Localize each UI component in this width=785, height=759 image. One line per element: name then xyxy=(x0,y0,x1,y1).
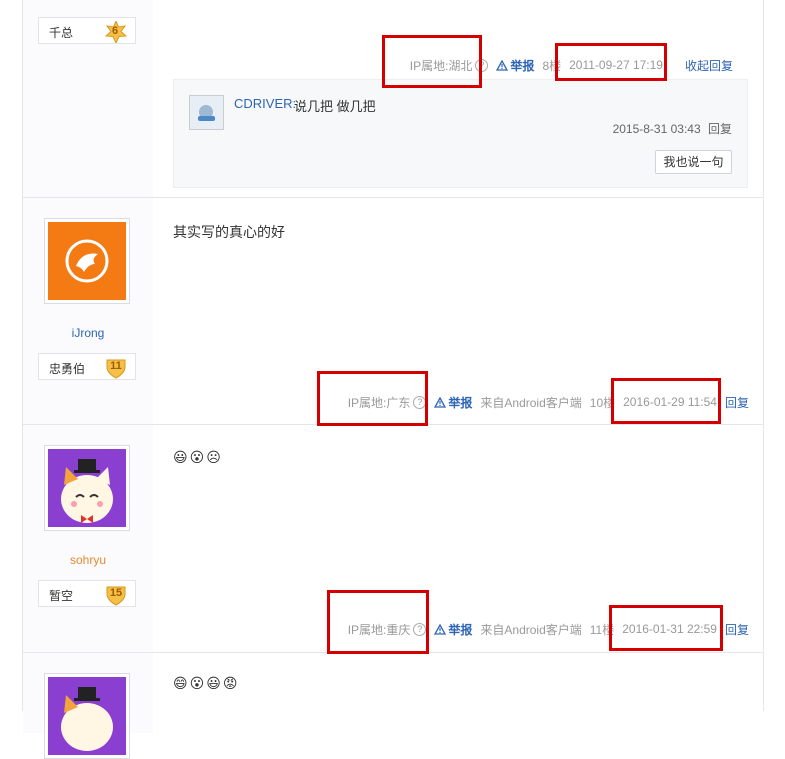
rank-badge[interactable]: 千总 6 xyxy=(38,17,136,44)
sub-reply-time: 2015-8-31 03:43 xyxy=(612,122,701,136)
ip-location: IP属地:湖北 ? xyxy=(410,57,489,74)
report-label: 举报 xyxy=(510,58,535,73)
warning-triangle-icon xyxy=(434,623,447,635)
help-icon[interactable]: ? xyxy=(413,395,427,409)
author-column: sohryu 暂空 15 xyxy=(23,425,153,652)
rank-title: 暂空 xyxy=(49,589,74,603)
report-label: 举报 xyxy=(448,622,473,637)
emoji-smile-icon: 😃 xyxy=(173,449,188,465)
help-icon[interactable]: ? xyxy=(475,58,489,72)
report-link[interactable]: 举报 xyxy=(434,394,472,411)
rank-badge[interactable]: 暂空 15 xyxy=(38,580,136,607)
heart-shield-icon: 11 xyxy=(105,357,126,379)
avatar-image xyxy=(48,449,126,527)
author-column: 千总 6 xyxy=(23,0,153,197)
post-tail: IP属地:湖北 ? 举报 8楼 2011-09-27 17:19 收起回复 xyxy=(410,55,733,75)
author-name[interactable]: sohryu xyxy=(23,553,153,567)
rank-title: 忠勇伯 xyxy=(49,362,86,376)
report-label: 举报 xyxy=(448,395,473,410)
sub-reply-text: 说几把 做几把 xyxy=(294,99,376,114)
emoji-smile-icon: 😃 xyxy=(206,675,221,691)
sub-reply-avatar[interactable] xyxy=(189,95,224,130)
level-star-icon: 6 xyxy=(105,21,127,43)
avatar[interactable] xyxy=(44,445,130,531)
avatar[interactable] xyxy=(44,218,130,304)
sub-reply-box: CDRIVER: 说几把 做几把 2015-8-31 03:43 回复 我也说一… xyxy=(173,79,748,188)
post-floor-10: iJrong 忠勇伯 11 其实写的真心的好 IP属地:广东 ? 举报 来自An… xyxy=(23,198,763,425)
post-content: 其实写的真心的好 xyxy=(173,224,285,240)
ip-location: IP属地:广东 ? xyxy=(348,394,427,411)
author-column xyxy=(23,653,153,759)
post-content: 😄 😮 😃 😡 xyxy=(173,675,239,692)
reply-link[interactable]: 回复 xyxy=(725,394,749,411)
post-floor-11: sohryu 暂空 15 😃 😮 ☹ IP属地:重庆 ? 举报 来自Androi… xyxy=(23,425,763,653)
sub-reply-reply-link[interactable]: 回复 xyxy=(708,122,732,136)
post-floor-8: 千总 6 IP属地:湖北 ? 举报 8楼 2011-09-27 17:19 收起 xyxy=(23,0,763,198)
ip-location: IP属地:重庆 ? xyxy=(348,621,427,638)
emoji-angry-icon: 😡 xyxy=(222,675,238,691)
cat-avatar-icon xyxy=(48,449,126,527)
level-number: 6 xyxy=(111,25,119,37)
reply-link[interactable]: 回复 xyxy=(725,621,749,638)
author-column: iJrong 忠勇伯 11 xyxy=(23,198,153,424)
avatar[interactable] xyxy=(44,673,130,759)
emoji-surprised-icon: 😮 xyxy=(189,675,205,691)
sub-reply-username[interactable]: CDRIVER: xyxy=(234,96,296,111)
level-number: 11 xyxy=(110,360,122,372)
post-time: 2011-09-27 17:19 xyxy=(569,58,663,72)
add-comment-button[interactable]: 我也说一句 xyxy=(655,150,732,174)
help-icon[interactable]: ? xyxy=(413,622,427,636)
post-tail: IP属地:广东 ? 举报 来自Android客户端 10楼 2016-01-29… xyxy=(348,392,749,412)
report-link[interactable]: 举报 xyxy=(434,621,472,638)
post-content: 😃 😮 ☹ xyxy=(173,449,223,466)
floor-number: 10楼 xyxy=(589,395,616,410)
avatar-image xyxy=(48,677,126,755)
ip-location-text: IP属地:湖北 xyxy=(409,58,473,73)
warning-triangle-icon xyxy=(434,396,447,408)
post-time: 2016-01-31 22:59 xyxy=(622,622,717,636)
post-source: 来自Android客户端 xyxy=(480,395,582,410)
ip-location-text: IP属地:广东 xyxy=(347,395,411,410)
emoji-sad-icon: ☹ xyxy=(206,449,221,465)
post-floor-12: 😄 😮 😃 😡 xyxy=(23,653,763,759)
author-name[interactable]: iJrong xyxy=(23,326,153,340)
avatar-image xyxy=(48,222,126,300)
floor-number: 8楼 xyxy=(542,58,562,73)
emoji-surprised-icon: 😮 xyxy=(189,449,205,465)
post-time: 2016-01-29 11:54 xyxy=(623,395,717,409)
ip-location-text: IP属地:重庆 xyxy=(347,622,411,637)
heart-shield-icon: 15 xyxy=(105,584,126,606)
report-link[interactable]: 举报 xyxy=(496,57,534,74)
thread-container: 千总 6 IP属地:湖北 ? 举报 8楼 2011-09-27 17:19 收起 xyxy=(22,0,764,759)
post-tail: IP属地:重庆 ? 举报 来自Android客户端 11楼 2016-01-31… xyxy=(348,619,749,639)
floor-number: 11楼 xyxy=(589,622,615,637)
cat-avatar-icon xyxy=(48,677,126,755)
warning-triangle-icon xyxy=(496,59,509,71)
level-number: 15 xyxy=(109,587,123,599)
sub-reply-meta: 2015-8-31 03:43 回复 xyxy=(613,120,732,137)
emoji-grin-icon: 😄 xyxy=(173,675,188,691)
rank-badge[interactable]: 忠勇伯 11 xyxy=(38,353,136,380)
logo-icon xyxy=(48,222,126,300)
collapse-reply-link[interactable]: 收起回复 xyxy=(685,57,733,74)
post-source: 来自Android客户端 xyxy=(480,622,582,637)
rank-title: 千总 xyxy=(49,26,74,40)
